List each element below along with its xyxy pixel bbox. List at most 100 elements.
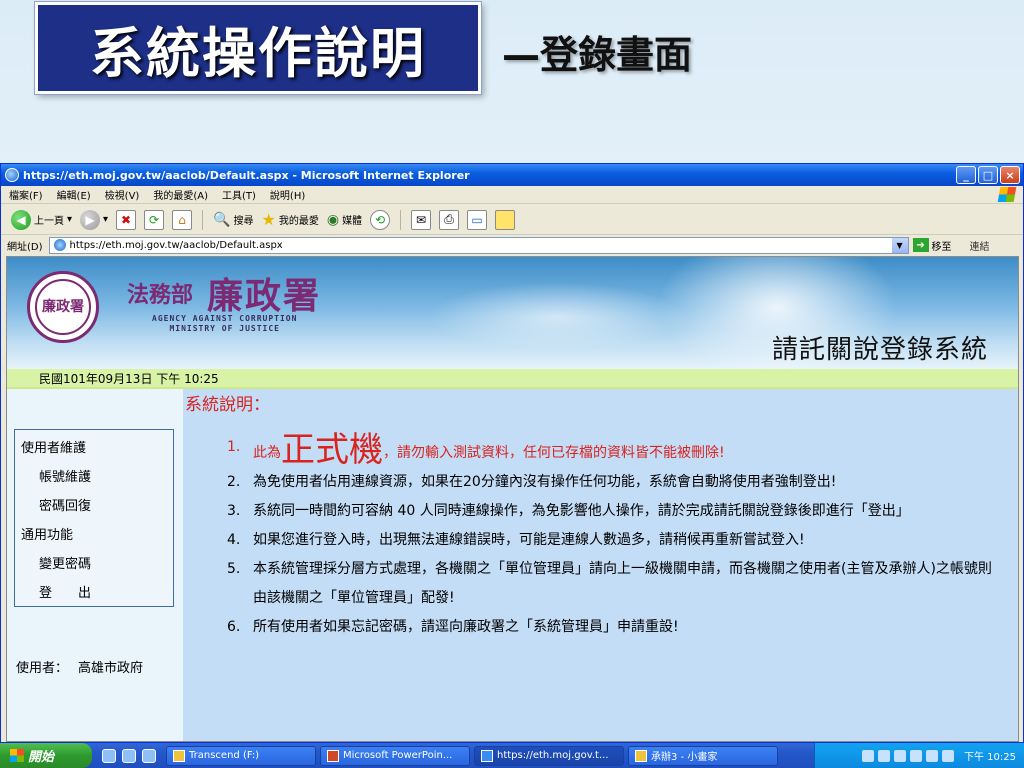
toolbar-separator (202, 209, 204, 230)
volume-icon[interactable] (926, 749, 938, 762)
note-number: 4. (227, 532, 241, 548)
refresh-icon[interactable]: ⟳ (144, 209, 165, 230)
favorites-button[interactable]: ★ 我的最愛 (262, 210, 319, 229)
ie-icon (481, 749, 493, 762)
agency-english-line2: MINISTRY OF JUSTICE (169, 324, 280, 333)
address-input[interactable]: https://eth.moj.gov.tw/aaclob/Default.as… (48, 236, 909, 254)
window-titlebar[interactable]: https://eth.moj.gov.tw/aaclob/Default.as… (1, 164, 1023, 186)
media-label: 媒體 (342, 216, 363, 227)
edit-icon[interactable]: ▭ (467, 209, 488, 230)
list-item: 4. 如果您進行登入時，出現無法連線錯誤時，可能是連線人數過多，請稍候再重新嘗試… (227, 526, 997, 555)
explorer-quicklaunch-icon[interactable] (142, 748, 156, 763)
powerpoint-icon (327, 749, 339, 762)
system-name: 請託關說登錄系統 (771, 335, 988, 365)
search-icon: 🔍 (213, 211, 231, 228)
go-button[interactable]: ➔ 移至 (912, 238, 952, 253)
note-text-post: ，請勿輸入測試資料，任何已存檔的資料皆不能被刪除! (383, 445, 725, 461)
back-arrow-icon: ◀ (11, 209, 31, 230)
tray-icon[interactable] (878, 749, 890, 762)
task-powerpoint[interactable]: Microsoft PowerPoin... (320, 745, 470, 766)
forward-arrow-icon: ▶ (80, 209, 101, 230)
menu-bar: 檔案(F) 編輯(E) 檢視(V) 我的最愛(A) 工具(T) 說明(H) (1, 186, 1023, 204)
main-content: 系統說明： 1. 此為正式機，請勿輸入測試資料，任何已存檔的資料皆不能被刪除! … (183, 389, 1018, 741)
toolbar-separator (400, 209, 402, 230)
close-button[interactable]: × (1000, 166, 1020, 184)
quick-launch (92, 748, 166, 763)
forward-button[interactable]: ▶ ▾ (80, 209, 108, 230)
messenger-icon[interactable] (495, 209, 516, 230)
show-desktop-icon[interactable] (102, 748, 116, 763)
list-item: 5. 本系統管理採分層方式處理，各機關之「單位管理員」請向上一級機關申請，而各機… (227, 555, 997, 613)
links-button[interactable]: 連結 (970, 238, 990, 253)
slide-title-box: 系統操作說明 (35, 2, 481, 94)
menu-view[interactable]: 檢視(V) (105, 187, 140, 202)
print-icon[interactable]: ⎙ (439, 209, 460, 230)
task-transcend[interactable]: Transcend (F:) (166, 745, 316, 766)
menu-item-logout[interactable]: 登 出 (21, 579, 167, 608)
task-label: Microsoft PowerPoin... (343, 750, 453, 761)
date-bar: 民國101年09月13日 下午 10:25 (7, 369, 1018, 389)
menu-tools[interactable]: 工具(T) (222, 187, 256, 202)
search-button[interactable]: 🔍 搜尋 (213, 212, 253, 228)
agency-seal-logo: 廉政署 (27, 271, 99, 343)
mail-icon[interactable]: ✉ (411, 209, 432, 230)
minimize-button[interactable]: _ (956, 166, 976, 184)
note-text: 如果您進行登入時，出現無法連線錯誤時，可能是連線人數過多，請稍候再重新嘗試登入! (253, 532, 805, 548)
user-value: 高雄市政府 (78, 661, 144, 676)
slide-title: 系統操作說明 (90, 21, 426, 85)
browser-toolbar: ◀ 上一頁 ▾ ▶ ▾ ✖ ⟳ ⌂ 🔍 搜尋 ★ 我的最愛 ◉ 媒體 ⟲ ✉ ⎙… (1, 205, 1023, 235)
menu-help[interactable]: 說明(H) (270, 187, 305, 202)
agency-name: 廉政署 (207, 275, 322, 317)
menu-group-user-maintenance: 使用者維護 (21, 441, 87, 456)
menu-file[interactable]: 檔案(F) (9, 187, 43, 202)
task-label: https://eth.moj.gov.t... (497, 750, 609, 761)
note-number: 5. (227, 561, 241, 577)
note-text: 本系統管理採分層方式處理，各機關之「單位管理員」請向上一級機關申請，而各機關之使… (253, 561, 992, 606)
clock[interactable]: 下午 10:25 (964, 748, 1016, 763)
tray-icon[interactable] (894, 749, 906, 762)
home-icon[interactable]: ⌂ (172, 209, 193, 230)
site-banner: 廉政署 法務部 廉政署 AGENCY AGAINST CORRUPTION MI… (7, 257, 1018, 369)
media-icon: ◉ (326, 211, 340, 228)
address-dropdown-icon[interactable]: ▼ (891, 237, 908, 253)
org-name: 法務部 (127, 282, 194, 308)
current-date: 民國101年09月13日 下午 10:25 (39, 371, 219, 386)
menu-item-account-maintenance[interactable]: 帳號維護 (21, 463, 167, 492)
back-dropdown-icon[interactable]: ▾ (67, 214, 72, 225)
window-title: https://eth.moj.gov.tw/aaclob/Default.as… (23, 168, 470, 182)
menu-item-password-recovery[interactable]: 密碼回復 (21, 492, 167, 521)
start-label: 開始 (28, 750, 55, 765)
task-paint[interactable]: 承辦3 - 小畫家 (628, 745, 778, 766)
user-label: 使用者： (16, 661, 69, 676)
media-button[interactable]: ◉ 媒體 (327, 212, 362, 228)
task-browser[interactable]: https://eth.moj.gov.t... (474, 745, 624, 766)
back-label: 上一頁 (34, 216, 64, 227)
note-text: 系統同一時間約可容納 40 人同時連線操作，為免影響他人操作，請於完成請託關說登… (253, 503, 910, 519)
menu-item-change-password[interactable]: 變更密碼 (21, 550, 167, 579)
go-label: 移至 (931, 241, 952, 253)
menu-favorites[interactable]: 我的最愛(A) (153, 187, 208, 202)
history-icon[interactable]: ⟲ (370, 209, 391, 230)
window-controls: _ □ × (956, 166, 1020, 184)
menu-edit[interactable]: 編輯(E) (57, 187, 91, 202)
star-icon: ★ (261, 210, 276, 229)
ie-quicklaunch-icon[interactable] (122, 748, 136, 763)
user-info: 使用者： 高雄市政府 (16, 657, 143, 676)
page-icon (53, 239, 66, 251)
slide-subtitle: —登錄畫面 (502, 33, 693, 77)
stop-icon[interactable]: ✖ (116, 209, 137, 230)
start-button[interactable]: 開始 (0, 743, 92, 768)
note-text: 此為正式機，請勿輸入測試資料，任何已存檔的資料皆不能被刪除! (253, 433, 997, 468)
back-button[interactable]: ◀ 上一頁 ▾ (11, 209, 72, 230)
network-icon[interactable] (910, 749, 922, 762)
windows-logo-icon (997, 187, 1017, 202)
tray-icon[interactable] (862, 749, 874, 762)
address-value: https://eth.moj.gov.tw/aaclob/Default.as… (69, 239, 283, 251)
function-menu: 使用者維護 帳號維護 密碼回復 通用功能 變更密碼 登 出 (14, 429, 174, 607)
maximize-button[interactable]: □ (978, 166, 998, 184)
forward-dropdown-icon[interactable]: ▾ (103, 214, 108, 225)
search-label: 搜尋 (233, 216, 254, 227)
list-item: 6. 所有使用者如果忘記密碼，請逕向廉政署之「系統管理員」申請重設! (227, 613, 997, 642)
note-text-pre: 此為 (253, 445, 281, 461)
security-icon[interactable] (942, 749, 954, 762)
